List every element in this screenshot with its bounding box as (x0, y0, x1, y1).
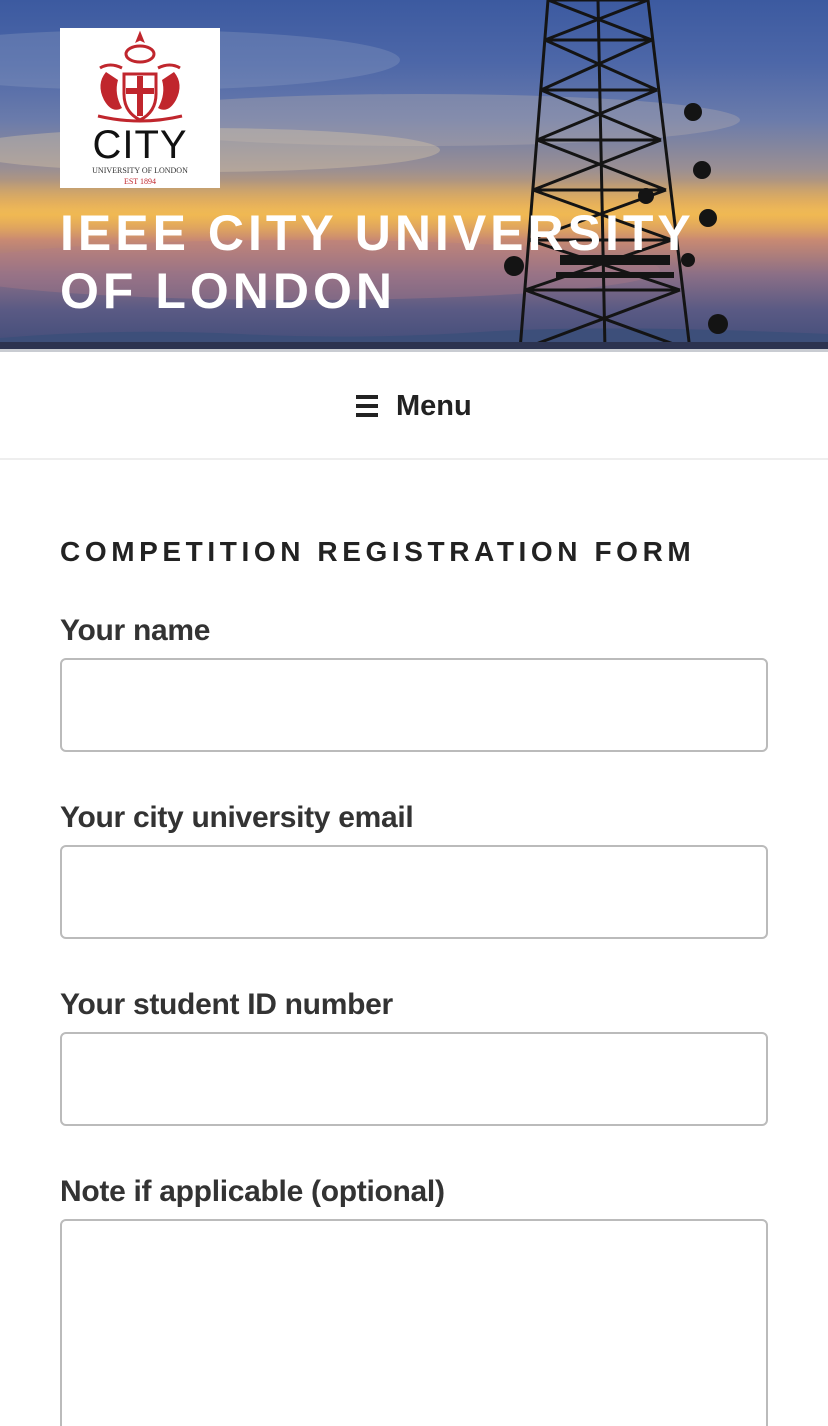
name-input[interactable] (60, 658, 768, 752)
site-header: CITY UNIVERSITY OF LONDON EST 1894 IEEE … (0, 0, 828, 352)
hamburger-icon (354, 395, 380, 417)
note-textarea[interactable] (60, 1219, 768, 1426)
main-content: COMPETITION REGISTRATION FORM Your name … (0, 460, 828, 1426)
email-input[interactable] (60, 845, 768, 939)
site-logo-link[interactable]: CITY UNIVERSITY OF LONDON EST 1894 (60, 28, 220, 188)
logo-subline: UNIVERSITY OF LONDON (92, 166, 188, 175)
main-navigation: Menu (0, 352, 828, 460)
email-field-label: Your city university email (60, 801, 414, 834)
logo-established: EST 1894 (123, 177, 157, 186)
note-field-label: Note if applicable (optional) (60, 1175, 445, 1208)
name-field-label: Your name (60, 614, 211, 647)
site-title[interactable]: IEEE CITY UNIVERSITY OF LONDON (60, 204, 760, 320)
student-id-input[interactable] (60, 1032, 768, 1126)
menu-label: Menu (396, 389, 472, 422)
page-title: COMPETITION REGISTRATION FORM (60, 536, 696, 567)
menu-toggle-button[interactable]: Menu (354, 388, 472, 424)
student-id-field-label: Your student ID number (60, 988, 393, 1021)
logo-wordmark: CITY (92, 123, 188, 167)
